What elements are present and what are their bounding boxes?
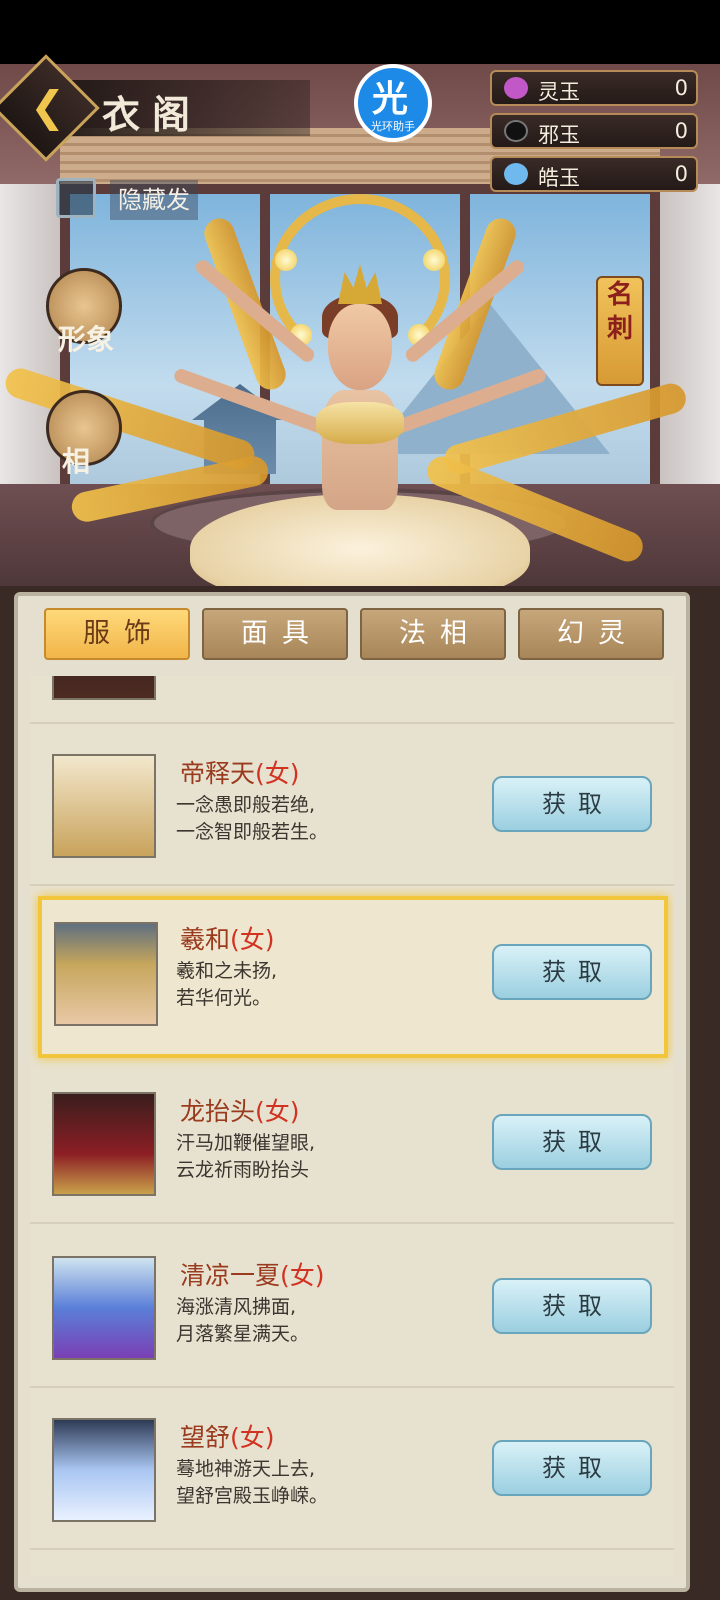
list-item[interactable]: 龙抬头(女) 汗马加鞭催望眼, 云龙祈雨盼抬头 获取	[30, 1062, 674, 1224]
tab-spirit[interactable]: 幻灵	[518, 608, 664, 660]
back-chevron-icon[interactable]: ❮	[30, 86, 65, 128]
get-button[interactable]: 获取	[492, 1278, 652, 1334]
evil-jade-icon	[504, 120, 528, 142]
outfit-name: 羲和(女)	[180, 925, 275, 954]
seal-char-1: 名	[606, 280, 633, 310]
get-button[interactable]: 获取	[492, 776, 652, 832]
outfit-name: 龙抬头(女)	[180, 1097, 300, 1126]
outfit-name: 帝释天(女)	[180, 759, 300, 788]
category-tabs: 服饰 面具 法相 幻灵	[44, 608, 664, 660]
character-figure[interactable]	[1, 154, 690, 594]
get-button[interactable]: 获取	[492, 944, 652, 1000]
get-button[interactable]: 获取	[492, 1440, 652, 1496]
list-item-partial	[30, 676, 674, 724]
tab-mask[interactable]: 面具	[202, 608, 348, 660]
outfit-thumbnail	[52, 754, 156, 858]
currency-spirit-jade: 灵玉 0	[490, 70, 698, 106]
logo-text: 光环助手	[371, 120, 415, 133]
currency-evil-jade: 邪玉 0	[490, 113, 698, 149]
outfit-name: 清凉一夏(女)	[180, 1261, 325, 1290]
list-item-selected[interactable]: 羲和(女) 羲和之未扬, 若华何光。 获取	[38, 896, 668, 1058]
character-face	[328, 304, 392, 390]
outfit-list[interactable]: 帝释天(女) 一念愚即般若绝, 一念智即般若生。 获取 羲和(女) 羲和之未扬,…	[30, 676, 674, 1576]
outfit-description: 蓦地神游天上去, 望舒宫殿玉峥嵘。	[176, 1458, 329, 1507]
outfit-description: 汗马加鞭催望眼, 云龙祈雨盼抬头	[176, 1132, 316, 1181]
tab-dharma[interactable]: 法相	[360, 608, 506, 660]
name-seal-button[interactable]: 名 刺	[596, 276, 644, 386]
list-item[interactable]: 清凉一夏(女) 海涨清风拂面, 月落繁星满天。 获取	[30, 1226, 674, 1388]
hide-checkbox[interactable]	[56, 178, 96, 218]
bright-jade-icon	[504, 163, 528, 185]
outfit-thumbnail	[52, 1092, 156, 1196]
outfit-name: 望舒(女)	[180, 1423, 275, 1452]
pose-label: 相	[62, 445, 91, 478]
currency-bright-jade: 皓玉 0	[490, 156, 698, 192]
outfit-thumbnail	[52, 1418, 156, 1522]
outfit-thumbnail	[52, 1256, 156, 1360]
appearance-label: 形象	[58, 323, 115, 356]
list-item[interactable]: 帝释天(女) 一念愚即般若绝, 一念智即般若生。 获取	[30, 724, 674, 886]
tab-clothing[interactable]: 服饰	[44, 608, 190, 660]
outfit-description: 羲和之未扬, 若华何光。	[176, 960, 278, 1009]
outfit-thumbnail	[54, 922, 158, 1026]
spirit-jade-icon	[504, 77, 528, 99]
page-title: 衣阁	[102, 92, 203, 137]
list-item[interactable]: 望舒(女) 蓦地神游天上去, 望舒宫殿玉峥嵘。 获取	[30, 1388, 674, 1550]
status-bar	[0, 0, 720, 64]
outfit-description: 海涨清风拂面, 月落繁星满天。	[176, 1296, 310, 1345]
get-button[interactable]: 获取	[492, 1114, 652, 1170]
logo-icon: 光	[372, 79, 409, 120]
hide-label: 隐藏发	[110, 180, 198, 220]
seal-char-2: 刺	[606, 314, 633, 344]
outfit-description: 一念愚即般若绝, 一念智即般若生。	[176, 794, 329, 843]
